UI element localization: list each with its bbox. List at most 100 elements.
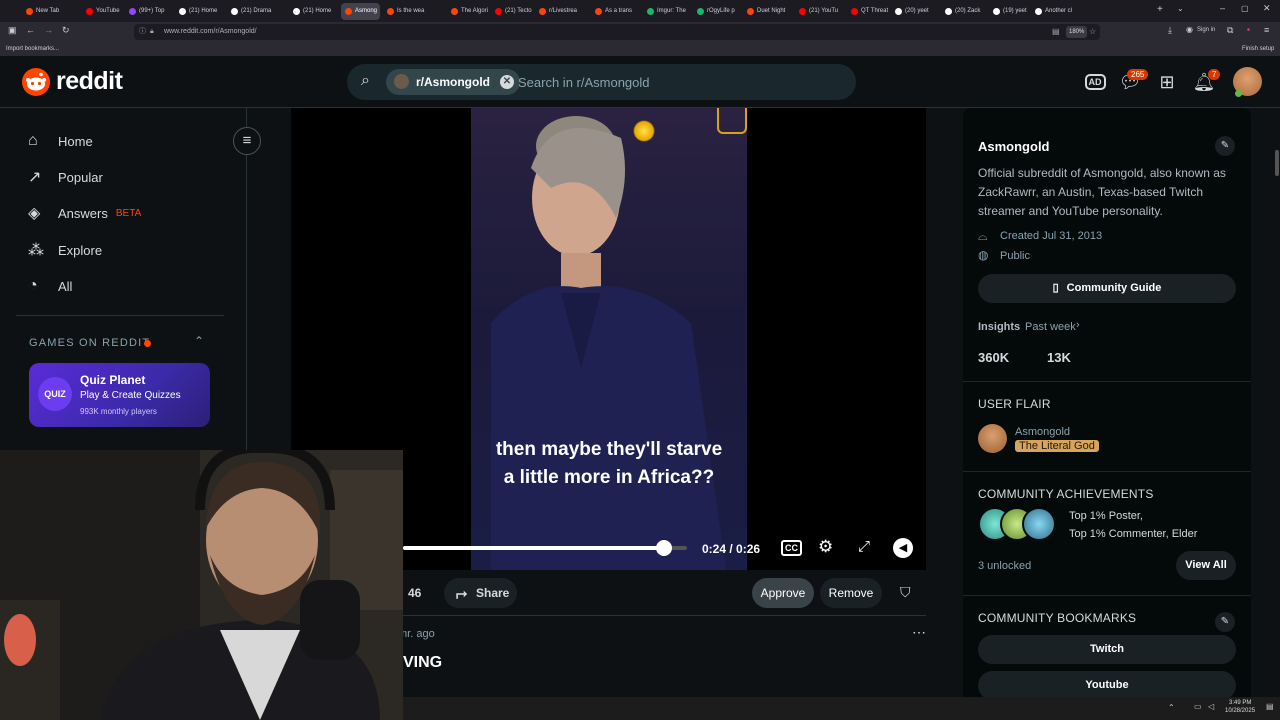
view-all-button[interactable]: View All xyxy=(1176,551,1236,580)
progress-track[interactable] xyxy=(403,546,687,550)
browser-tab[interactable]: Duet Night xyxy=(743,3,792,20)
reader-icon[interactable]: ▤ xyxy=(1052,24,1060,40)
new-tab-button[interactable]: + xyxy=(1157,4,1163,15)
lock-icon: 🔒︎ xyxy=(150,28,154,35)
overflow-menu-icon[interactable]: ⋯ xyxy=(912,624,926,641)
reddit-logo-icon[interactable] xyxy=(22,68,50,96)
bookmark-youtube-button[interactable]: Youtube xyxy=(978,671,1236,700)
browser-tab[interactable]: (99+) Top xyxy=(125,3,172,20)
browser-tab[interactable]: (21) Home xyxy=(175,3,224,20)
speaker-icon[interactable]: ◁ xyxy=(1208,702,1214,711)
search-input[interactable]: Search in r/Asmongold xyxy=(518,75,650,90)
reload-icon[interactable]: ↻ xyxy=(62,25,70,36)
bookmark-twitch-button[interactable]: Twitch xyxy=(978,635,1236,664)
network-icon[interactable]: ▭ xyxy=(1194,702,1202,711)
tab-label: (19) yeet xyxy=(1003,8,1027,14)
browser-tab[interactable]: (21) Tecto xyxy=(491,3,532,20)
sidebar-item-explore[interactable]: ⁂ Explore xyxy=(28,232,228,268)
browser-tab[interactable]: (21) Home xyxy=(289,3,338,20)
fullscreen-icon[interactable]: ⤢ xyxy=(858,538,870,555)
tab-label: (21) Home xyxy=(303,8,332,14)
achievement-badges[interactable] xyxy=(978,507,1058,541)
subreddit-search-chip[interactable]: r/Asmongold ✕ xyxy=(386,69,520,95)
extension-badge-icon[interactable]: ▪ xyxy=(1247,25,1250,34)
approve-button[interactable]: Approve xyxy=(752,578,814,608)
sidebar-item-popular[interactable]: ↗ Popular xyxy=(28,159,228,195)
browser-tab[interactable]: (21) Drama xyxy=(227,3,286,20)
tab-label: (21) Tecto xyxy=(505,8,532,14)
url-bar[interactable]: ⓘ 🔒︎ www.reddit.com/r/Asmongold/ ▤ 180% … xyxy=(134,24,1100,40)
browser-tab-bar: New Tab YouTube (99+) Top (21) Home (21) Dra… xyxy=(0,0,1280,22)
browser-tab[interactable]: r/Livestrea xyxy=(535,3,588,20)
import-bookmarks-link[interactable]: Import bookmarks... xyxy=(6,42,59,56)
tab-favicon-icon xyxy=(1035,8,1042,15)
browser-tab[interactable]: rOgyLife p xyxy=(693,3,740,20)
tab-label: (21) YouTu xyxy=(809,8,839,14)
sidebar-item-answers[interactable]: ◈ Answers BETA xyxy=(28,195,228,231)
flair-tag: The Literal God xyxy=(1015,440,1099,452)
sidebar-item-all[interactable]: ◔ All xyxy=(28,268,228,304)
maximize-icon[interactable]: ▢ xyxy=(1241,4,1249,13)
quiz-planet-card[interactable]: QUIZ Quiz Planet Play & Create Quizzes 9… xyxy=(29,363,210,427)
browser-tab[interactable]: New Tab xyxy=(22,3,79,20)
bookmarks-heading: COMMUNITY BOOKMARKS xyxy=(978,611,1137,625)
browser-tab[interactable]: (19) yeet xyxy=(989,3,1028,20)
download-icon[interactable]: ⤓ xyxy=(1168,25,1172,36)
taskbar-date[interactable]: 10/28/2025 xyxy=(1225,708,1255,714)
edit-pencil-icon[interactable]: ✎ xyxy=(1215,136,1235,156)
tab-label: New Tab xyxy=(36,8,60,14)
browser-tab[interactable]: Asmong xyxy=(341,3,380,20)
tab-favicon-icon xyxy=(895,8,902,15)
notification-center-icon[interactable]: ▤ xyxy=(1266,702,1274,711)
browser-tab[interactable]: (21) YouTu xyxy=(795,3,844,20)
browser-tab[interactable]: The Algori xyxy=(447,3,488,20)
tray-chevron-icon[interactable]: ⌃ xyxy=(1168,703,1175,712)
menu-icon[interactable]: ≡ xyxy=(1264,25,1269,35)
chevron-up-icon[interactable]: ⌃ xyxy=(194,334,204,348)
back-icon[interactable]: ← xyxy=(26,25,35,35)
search-bar[interactable]: ⌕ r/Asmongold ✕ Search in r/Asmongold xyxy=(347,64,856,100)
browser-tab[interactable]: (20) Zack xyxy=(941,3,986,20)
browser-tab[interactable]: (20) yeet xyxy=(891,3,938,20)
chevron-right-icon[interactable]: › xyxy=(1076,319,1080,331)
close-window-icon[interactable]: ✕ xyxy=(1263,3,1271,14)
captions-icon[interactable]: CC xyxy=(781,540,802,556)
browser-tab[interactable]: QT Threats xyxy=(847,3,888,20)
shield-icon[interactable]: ⛉ xyxy=(900,584,911,601)
account-icon[interactable]: ◉ xyxy=(1186,25,1193,34)
browser-tab[interactable]: Another cl xyxy=(1031,3,1082,20)
page-scrollbar[interactable] xyxy=(1275,150,1279,176)
zoom-level[interactable]: 180% xyxy=(1066,26,1088,38)
ads-icon[interactable]: AD xyxy=(1082,69,1108,95)
reddit-wordmark[interactable]: reddit xyxy=(56,67,123,96)
sidebar-toggle-icon[interactable]: ▣ xyxy=(8,25,17,36)
tab-list-chevron-icon[interactable]: ⌄ xyxy=(1177,4,1184,13)
edit-bookmarks-icon[interactable]: ✎ xyxy=(1215,612,1235,632)
extensions-icon[interactable]: ⧉ xyxy=(1227,25,1233,36)
settings-gear-icon[interactable]: ⚙︎ xyxy=(818,537,833,557)
remove-button[interactable]: Remove xyxy=(820,578,882,608)
insights-period[interactable]: Past week xyxy=(1025,321,1076,333)
volume-icon[interactable]: ◀︎ xyxy=(893,538,913,558)
finish-setup-link[interactable]: Finish setup xyxy=(1242,42,1274,56)
minimize-icon[interactable]: – xyxy=(1220,3,1225,13)
bookmark-star-icon[interactable]: ☆ xyxy=(1089,24,1096,40)
panel-divider xyxy=(963,471,1251,472)
taskbar-time[interactable]: 3:49 PM xyxy=(1229,700,1251,706)
collapse-sidebar-button[interactable]: ≡ xyxy=(233,127,261,155)
clear-chip-icon[interactable]: ✕ xyxy=(500,75,514,89)
games-heading[interactable]: GAMES ON REDDIT xyxy=(29,337,150,349)
sidebar-item-home[interactable]: ⌂ Home xyxy=(28,123,228,159)
os-taskbar: ⌃ ▭ ◁ 3:49 PM 10/28/2025 ▤ xyxy=(403,697,1280,720)
forward-icon[interactable]: → xyxy=(44,25,53,35)
browser-tab[interactable]: Is the wea xyxy=(383,3,444,20)
browser-tab[interactable]: YouTube xyxy=(82,3,122,20)
browser-tab[interactable]: As a trans xyxy=(591,3,640,20)
tab-favicon-icon xyxy=(129,8,136,15)
post-title[interactable]: VING xyxy=(403,654,442,672)
create-post-icon[interactable]: ⊞ xyxy=(1154,69,1180,95)
share-button[interactable]: ⮣ Share xyxy=(444,578,517,608)
browser-tab[interactable]: Imgur: The xyxy=(643,3,690,20)
community-guide-button[interactable]: ▯ Community Guide xyxy=(978,274,1236,303)
sign-in-link[interactable]: Sign in xyxy=(1197,27,1215,33)
